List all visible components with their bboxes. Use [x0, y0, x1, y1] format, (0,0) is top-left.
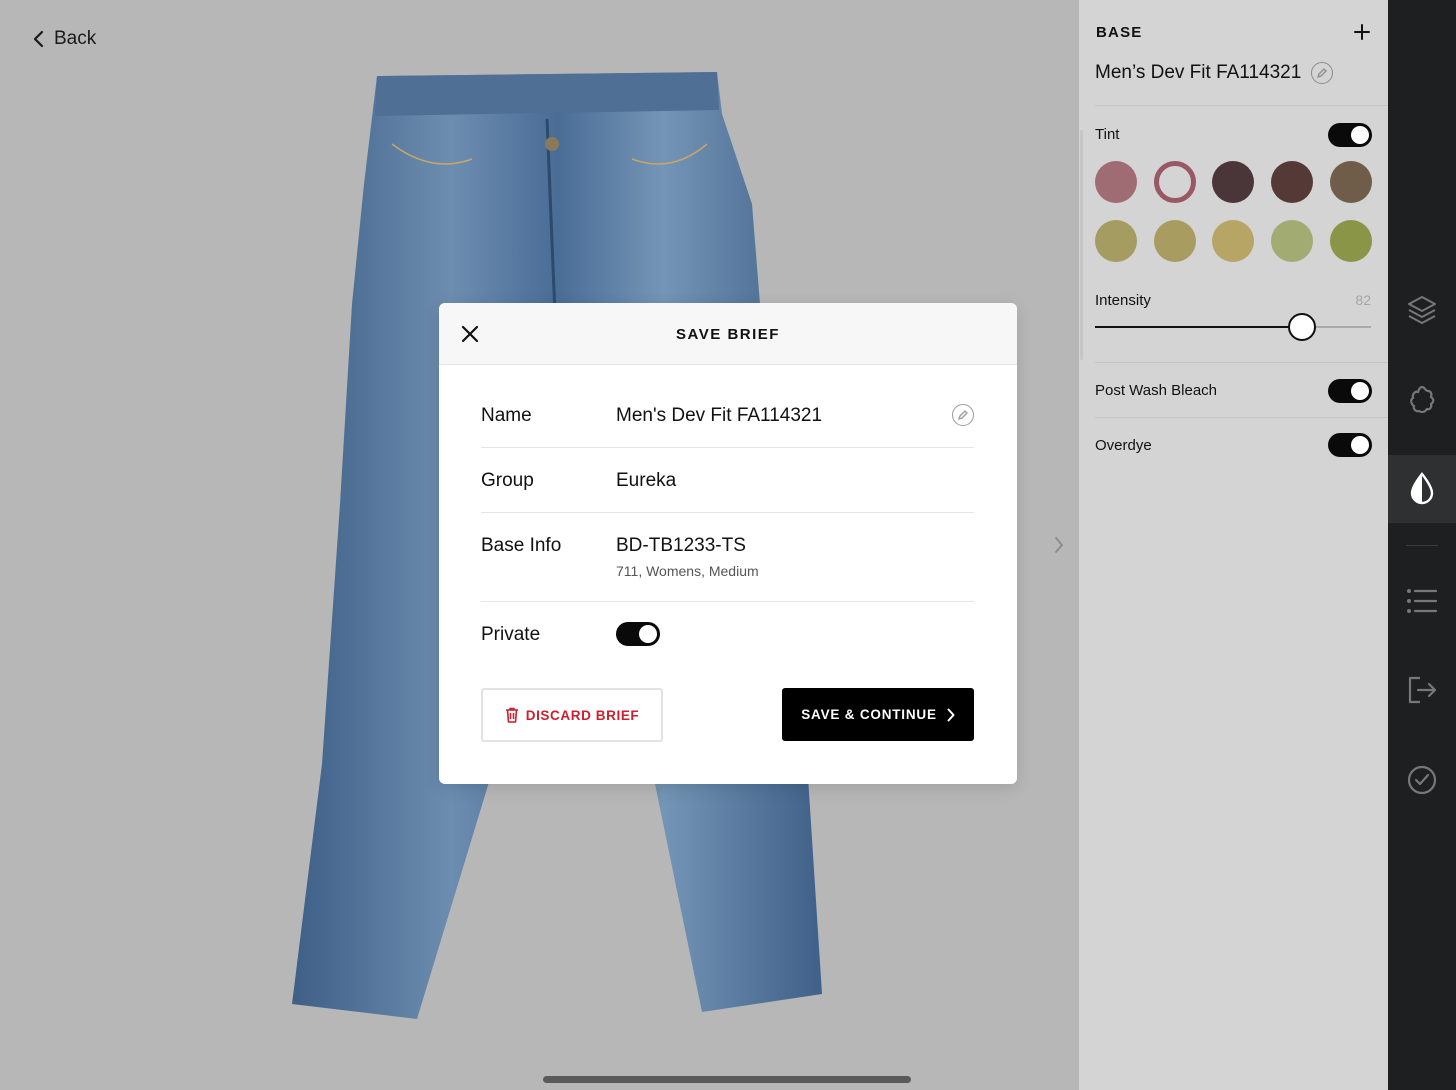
private-toggle[interactable] [616, 622, 660, 646]
post-wash-bleach-toggle[interactable] [1328, 379, 1372, 403]
name-value: Men's Dev Fit FA114321 [616, 405, 823, 426]
intensity-value: 82 [1355, 292, 1371, 308]
scrollbar[interactable] [1080, 130, 1083, 360]
check-circle-icon[interactable] [1388, 746, 1456, 814]
tint-toggle[interactable] [1328, 123, 1372, 147]
overdye-toggle[interactable] [1328, 433, 1372, 457]
group-row: Group Eureka [481, 468, 974, 513]
tint-swatch[interactable] [1271, 161, 1314, 203]
properties-panel: BASE Men’s Dev Fit FA114321 Tint Intensi… [1079, 0, 1388, 1090]
divider [1095, 105, 1388, 106]
rail-divider [1406, 545, 1438, 546]
base-info-value: BD-TB1233-TS [616, 535, 746, 556]
base-info-row: Base Info BD-TB1233-TS 711, Womens, Medi… [481, 533, 974, 603]
export-icon[interactable] [1388, 656, 1456, 724]
tint-swatch[interactable] [1212, 161, 1255, 203]
private-row: Private [481, 622, 974, 652]
tint-swatches [1095, 161, 1372, 262]
trash-icon [505, 707, 518, 723]
save-brief-dialog: SAVE BRIEF Name Men's Dev Fit FA114321 G… [439, 303, 1017, 784]
tint-swatch[interactable] [1271, 220, 1314, 262]
divider [1095, 417, 1388, 418]
chevron-left-icon [33, 30, 44, 48]
group-value: Eureka [616, 470, 677, 491]
intensity-slider[interactable] [1095, 313, 1371, 341]
private-label: Private [481, 624, 541, 645]
drop-icon[interactable] [1388, 455, 1456, 523]
name-label: Name [481, 405, 532, 426]
dialog-title: SAVE BRIEF [676, 326, 780, 343]
add-icon[interactable] [1353, 23, 1371, 41]
tint-swatch[interactable] [1095, 220, 1137, 262]
tint-swatch[interactable] [1212, 220, 1255, 262]
divider [481, 512, 974, 513]
intensity-label: Intensity [1095, 292, 1151, 309]
slider-fill [1095, 326, 1302, 328]
home-indicator[interactable] [543, 1076, 911, 1083]
tint-swatch[interactable] [1329, 220, 1372, 262]
section-label: BASE [1096, 23, 1143, 41]
slider-thumb[interactable] [1288, 313, 1316, 341]
dialog-header: SAVE BRIEF [439, 303, 1017, 365]
tint-label: Tint [1095, 126, 1120, 143]
save-label: SAVE & CONTINUE [801, 707, 937, 722]
discard-brief-button[interactable]: DISCARD BRIEF [481, 688, 663, 742]
back-label: Back [54, 28, 97, 49]
discard-label: DISCARD BRIEF [525, 707, 640, 723]
chevron-right-icon [947, 708, 955, 721]
edit-icon[interactable] [1311, 62, 1334, 84]
tint-swatch[interactable] [1153, 161, 1196, 203]
layers-icon[interactable] [1388, 276, 1456, 344]
save-continue-button[interactable]: SAVE & CONTINUE [782, 688, 974, 741]
tint-swatch[interactable] [1095, 161, 1137, 203]
tint-swatch[interactable] [1153, 220, 1196, 262]
divider [481, 447, 974, 448]
base-title: Men’s Dev Fit FA114321 [1095, 62, 1334, 84]
wash-icon[interactable] [1388, 366, 1456, 434]
chevron-right-icon[interactable] [1052, 534, 1066, 556]
base-info-sub: 711, Womens, Medium [616, 563, 759, 579]
edit-name-icon[interactable] [952, 404, 974, 426]
overdye-label: Overdye [1095, 437, 1152, 454]
group-label: Group [481, 470, 534, 491]
divider [1095, 362, 1388, 363]
tool-rail [1388, 0, 1456, 1090]
tint-swatch[interactable] [1329, 161, 1372, 203]
post-wash-bleach-label: Post Wash Bleach [1095, 382, 1217, 399]
back-button[interactable]: Back [32, 28, 96, 50]
base-title-text: Men’s Dev Fit FA114321 [1095, 62, 1302, 83]
base-info-label: Base Info [481, 535, 562, 556]
divider [481, 601, 974, 602]
list-icon[interactable] [1388, 567, 1456, 635]
name-row: Name Men's Dev Fit FA114321 [481, 403, 974, 448]
